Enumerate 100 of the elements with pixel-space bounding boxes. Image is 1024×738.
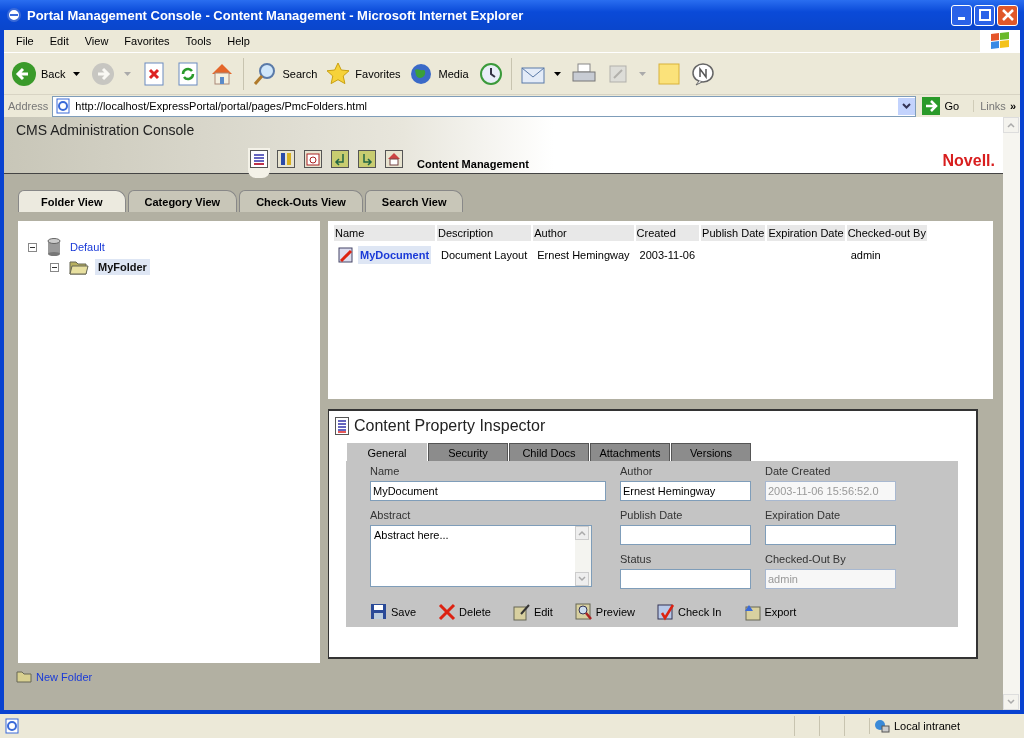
calendar-icon	[304, 150, 322, 168]
text-field[interactable]	[765, 525, 896, 545]
text-field[interactable]	[620, 569, 751, 589]
column-header[interactable]: Name	[334, 225, 436, 241]
home-icon	[385, 150, 403, 168]
text-field[interactable]	[620, 525, 751, 545]
scroll-down-icon[interactable]	[1003, 694, 1019, 710]
toolbar-button[interactable]: Media	[405, 58, 472, 89]
zone-label: Local intranet	[894, 720, 961, 732]
action-button[interactable]: Preview	[574, 603, 635, 621]
scroll-up-icon[interactable]	[1003, 117, 1019, 133]
pencil-icon	[512, 603, 531, 621]
minimize-button[interactable]	[951, 4, 972, 26]
close-button[interactable]	[997, 4, 1018, 26]
tree-item[interactable]: MyFolder	[95, 259, 150, 275]
document-link[interactable]: MyDocument	[358, 246, 432, 264]
toolbar-button[interactable]: Favorites	[322, 58, 404, 89]
field-label: Date Created	[765, 465, 832, 477]
column-header[interactable]: Created	[635, 225, 700, 241]
text-field[interactable]: Ernest Hemingway	[620, 481, 751, 501]
action-button[interactable]: Check In	[656, 603, 722, 621]
menu-item[interactable]: Help	[219, 35, 258, 47]
toolbar-button[interactable]: Back	[8, 58, 86, 89]
menu-item[interactable]: Edit	[41, 35, 77, 47]
tab[interactable]: Category View	[127, 190, 238, 212]
tree-item[interactable]: Default	[67, 239, 108, 255]
field-label: Abstract	[370, 509, 412, 521]
header-tool-button[interactable]	[329, 148, 351, 170]
section-title: Content Management	[417, 158, 529, 170]
menu-item[interactable]: Favorites	[116, 35, 178, 47]
tab[interactable]: Versions	[671, 443, 751, 461]
scroll-up-icon[interactable]	[575, 526, 589, 540]
header-tool-button[interactable]	[302, 148, 324, 170]
header-tool-button[interactable]	[356, 148, 378, 170]
tab[interactable]: Security	[428, 443, 508, 461]
folder-icon	[69, 259, 89, 275]
go-button[interactable]: Go	[919, 97, 970, 115]
note-icon	[655, 60, 682, 87]
collapse-icon[interactable]	[28, 242, 37, 252]
column-header[interactable]: Description	[437, 225, 532, 241]
action-button[interactable]: Export	[743, 603, 797, 621]
tab[interactable]: General	[347, 443, 427, 461]
field-label: Checked-Out By	[765, 553, 847, 565]
field-label: Status	[620, 553, 653, 565]
menu-item[interactable]: Tools	[177, 35, 220, 47]
menu-item[interactable]: View	[76, 35, 117, 47]
column-header[interactable]: Publish Date	[701, 225, 766, 241]
window-title: Portal Management Console - Content Management - Microsoft Internet Explorer	[27, 7, 525, 23]
toolbar-button[interactable]: Search	[249, 58, 321, 89]
scroll-down-icon[interactable]	[575, 572, 589, 586]
field-label: Publish Date	[620, 509, 684, 521]
more-chevron[interactable]: »	[1009, 100, 1020, 112]
dropdown-button[interactable]	[897, 97, 915, 115]
dropdown-arrow-icon[interactable]	[73, 71, 81, 76]
minimize-icon	[958, 17, 965, 20]
text-field[interactable]: MyDocument	[370, 481, 606, 501]
tab[interactable]: Child Docs	[509, 443, 589, 461]
column-header[interactable]: Checked-out By	[846, 225, 927, 241]
table-cell: admin	[850, 249, 881, 261]
header-tool-button[interactable]	[275, 148, 297, 170]
star-icon	[325, 60, 352, 87]
action-button[interactable]: Delete	[438, 603, 491, 621]
collapse-icon[interactable]	[50, 262, 59, 272]
inspector-title: Content Property Inspector	[354, 417, 546, 435]
address-field[interactable]: http://localhost/ExpressPortal/portal/pages/PmcFolders.html	[52, 95, 916, 117]
list-icon	[335, 417, 349, 435]
field-label: Name	[370, 465, 401, 477]
action-button[interactable]: Save	[370, 603, 417, 621]
new-folder-link[interactable]: New Folder	[36, 671, 93, 683]
arrow-icon	[921, 97, 940, 115]
field-label: Expiration Date	[765, 509, 842, 521]
action-button[interactable]: Edit	[512, 603, 553, 621]
scrollbar[interactable]	[1003, 117, 1020, 710]
menu-item[interactable]: File	[8, 35, 42, 47]
abstract-field[interactable]: Abstract here...	[370, 525, 592, 587]
page-icon	[55, 98, 72, 114]
tab[interactable]: Search View	[364, 190, 464, 212]
links-label[interactable]: Links	[973, 100, 1006, 112]
page-icon	[4, 718, 20, 734]
tab[interactable]: Attachments	[590, 443, 670, 461]
scrollbar[interactable]	[575, 526, 591, 586]
column-header[interactable]: Author	[533, 225, 634, 241]
table-cell: Document Layout	[441, 249, 528, 261]
tab[interactable]: Check-Outs View	[239, 190, 363, 212]
dropdown-arrow-icon[interactable]	[553, 71, 561, 76]
checkout-icon	[331, 150, 349, 168]
app-title: CMS Administration Console	[15, 121, 196, 138]
list-icon	[250, 150, 268, 168]
header-tool-button[interactable]	[248, 148, 270, 178]
browser-icon	[6, 7, 22, 23]
header-tool-button[interactable]	[383, 148, 405, 170]
speech-bubble-icon	[689, 60, 716, 87]
field-label: Author	[620, 465, 654, 477]
checkin-icon	[656, 603, 675, 621]
network-icon	[874, 718, 890, 734]
tab[interactable]: Folder View	[18, 190, 126, 212]
delete-icon	[438, 603, 457, 621]
magnifier-icon	[574, 603, 593, 621]
maximize-button[interactable]	[974, 4, 995, 26]
column-header[interactable]: Expiration Date	[767, 225, 845, 241]
